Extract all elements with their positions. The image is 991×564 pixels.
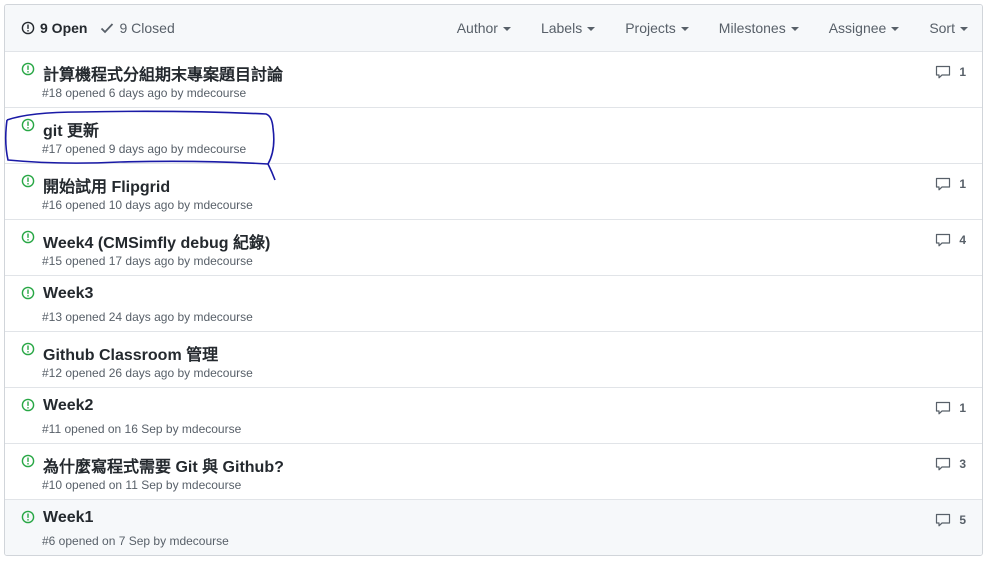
issue-row[interactable]: Week2 #11 opened on 16 Sep by mdecourse 1 [5,388,982,444]
comments-link[interactable]: 4 [935,233,966,247]
labels-filter-label: Labels [540,20,583,36]
issue-title-link[interactable]: git 更新 [43,117,99,141]
chevron-down-icon [502,26,511,31]
issue-title-link[interactable]: Week4 (CMSimfly debug 紀錄) [43,229,270,253]
milestones-filter[interactable]: Milestones [719,20,799,36]
issue-meta: #17 opened 9 days ago by mdecourse [42,142,247,156]
issue-opened-icon [21,342,35,361]
comment-count: 4 [959,233,966,247]
issue-title-link[interactable]: Week3 [43,285,93,303]
closed-issues-tab[interactable]: 9 Closed [100,20,175,36]
issue-row[interactable]: Week3 #13 opened 24 days ago by mdecourse [5,276,982,332]
chevron-down-icon [960,26,968,31]
issue-meta: #13 opened 24 days ago by mdecourse [42,310,253,324]
chevron-down-icon [790,26,799,31]
comment-icon [935,65,955,79]
issue-row[interactable]: Week1 #6 opened on 7 Sep by mdecourse 5 [5,500,982,555]
chevron-down-icon [680,26,689,31]
comments-link[interactable]: 1 [935,401,966,415]
issue-row[interactable]: 為什麼寫程式需要 Git 與 Github? #10 opened on 11 S… [5,444,982,500]
comment-icon [935,457,955,471]
issue-title-link[interactable]: 開始試用 Flipgrid [43,173,170,197]
filter-bar: Author Labels Projects Milestones Assign… [427,20,968,36]
issue-opened-icon [21,454,35,473]
issue-opened-icon [21,510,35,529]
comment-icon [935,233,955,247]
comments-link[interactable]: 1 [935,65,966,79]
comment-count: 1 [959,401,966,415]
issue-title-link[interactable]: Week1 [43,509,93,527]
sort-filter[interactable]: Sort [929,20,968,36]
chevron-down-icon [587,26,596,31]
state-toggle: 9 Open 9 Closed [21,20,188,36]
open-count-label: 9 Open [40,20,88,36]
issue-meta: #16 opened 10 days ago by mdecourse [42,198,253,212]
issue-row[interactable]: git 更新 #17 opened 9 days ago by mdecourse [5,108,982,164]
assignee-filter-label: Assignee [828,20,887,36]
issue-title-link[interactable]: 為什麼寫程式需要 Git 與 Github? [43,453,284,477]
issue-meta: #15 opened 17 days ago by mdecourse [42,254,253,268]
issue-meta: #12 opened 26 days ago by mdecourse [42,366,253,380]
issue-row[interactable]: 計算機程式分組期末專案題目討論 #18 opened 6 days ago by … [5,52,982,108]
comment-count: 1 [959,65,966,79]
comments-link[interactable]: 3 [935,457,966,471]
open-issues-tab[interactable]: 9 Open [21,20,87,36]
issue-title-link[interactable]: 計算機程式分組期末專案題目討論 [43,61,283,85]
issue-meta: #6 opened on 7 Sep by mdecourse [42,534,229,548]
check-icon [100,22,114,34]
issue-meta: #11 opened on 16 Sep by mdecourse [42,422,242,436]
issue-meta: #18 opened 6 days ago by mdecourse [42,86,247,100]
comment-count: 5 [959,513,966,527]
issue-title-link[interactable]: Github Classroom 管理 [43,341,218,365]
chevron-down-icon [891,26,900,31]
issue-meta: #10 opened on 11 Sep by mdecourse [42,478,242,492]
issue-list: 計算機程式分組期末專案題目討論 #18 opened 6 days ago by … [5,52,982,555]
assignee-filter[interactable]: Assignee [829,20,900,36]
projects-filter[interactable]: Projects [625,20,689,36]
issues-list-box: 9 Open 9 Closed Author Labels Projects M… [4,4,983,556]
author-filter-label: Author [456,20,498,36]
issue-opened-icon [21,62,35,81]
issue-row[interactable]: Week4 (CMSimfly debug 紀錄) #15 opened 17 d… [5,220,982,276]
issues-header: 9 Open 9 Closed Author Labels Projects M… [5,5,982,52]
comment-count: 3 [959,457,966,471]
sort-filter-label: Sort [929,20,955,36]
comment-icon [935,177,955,191]
comment-count: 1 [959,177,966,191]
issue-opened-icon [21,398,35,417]
projects-filter-label: Projects [625,20,676,36]
comments-link[interactable]: 5 [935,513,966,527]
milestones-filter-label: Milestones [718,20,786,36]
comments-link[interactable]: 1 [935,177,966,191]
issue-opened-icon [21,21,35,35]
closed-count-label: 9 Closed [119,20,175,36]
comment-icon [935,401,955,415]
author-filter[interactable]: Author [457,20,511,36]
issue-opened-icon [21,174,35,193]
issue-row[interactable]: 開始試用 Flipgrid #16 opened 10 days ago by m… [5,164,982,220]
comment-icon [935,513,955,527]
issue-opened-icon [21,118,35,137]
labels-filter[interactable]: Labels [540,20,596,36]
issue-opened-icon [21,230,35,249]
issue-row[interactable]: Github Classroom 管理 #12 opened 26 days ag… [5,332,982,388]
issue-opened-icon [21,286,35,305]
issue-title-link[interactable]: Week2 [43,397,93,415]
